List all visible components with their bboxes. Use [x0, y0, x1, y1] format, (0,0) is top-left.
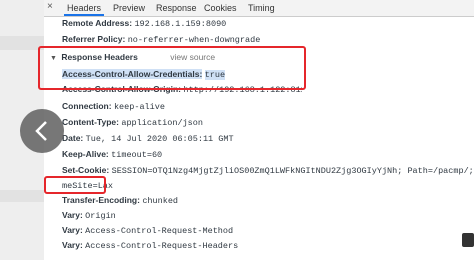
header-value: SESSION=OTQ1Nzg4MjgtZjliOS00ZmQ1LWFkNGIt…: [111, 166, 472, 176]
highlight-box: [44, 176, 106, 194]
header-row: Content-Type: application/json: [62, 117, 203, 128]
tab-preview[interactable]: Preview: [113, 3, 145, 13]
header-value: Tue, 14 Jul 2020 06:05:11 GMT: [85, 134, 234, 144]
prev-button[interactable]: [20, 109, 64, 153]
left-row-shade: [0, 190, 44, 202]
remote-address-row: Remote Address: 192.168.1.159:8090: [62, 18, 226, 29]
header-row: Vary: Access-Control-Request-Method: [62, 225, 233, 236]
header-key: Remote Address:: [62, 18, 133, 28]
header-key: Content-Type:: [62, 117, 119, 127]
corner-icon: [462, 233, 474, 247]
tab-headers[interactable]: Headers: [63, 3, 105, 16]
header-value: Origin: [85, 211, 116, 221]
header-row: Keep-Alive: timeout=60: [62, 149, 162, 160]
header-value: application/json: [121, 118, 203, 128]
tab-bar: × Headers Preview Response Cookies Timin…: [44, 0, 474, 17]
header-key: Referrer Policy:: [62, 34, 126, 44]
referrer-policy-row: Referrer Policy: no-referrer-when-downgr…: [62, 34, 260, 45]
tab-timing[interactable]: Timing: [248, 3, 275, 13]
header-key: Set-Cookie:: [62, 165, 110, 175]
header-row: Set-Cookie: SESSION=OTQ1Nzg4MjgtZjliOS00…: [62, 165, 472, 176]
header-key: Keep-Alive:: [62, 149, 109, 159]
header-value: chunked: [142, 196, 179, 206]
header-key: Vary:: [62, 240, 83, 250]
header-row: Connection: keep-alive: [62, 101, 165, 112]
header-key: Date:: [62, 133, 84, 143]
header-value: 192.168.1.159:8090: [134, 19, 227, 29]
header-key: Transfer-Encoding:: [62, 195, 140, 205]
close-icon[interactable]: ×: [47, 1, 53, 12]
tab-response[interactable]: Response: [156, 3, 197, 13]
highlight-box: [38, 46, 306, 90]
header-key: Vary:: [62, 210, 83, 220]
header-row: Vary: Access-Control-Request-Headers: [62, 240, 238, 251]
header-value: keep-alive: [113, 102, 165, 112]
header-value: Access-Control-Request-Headers: [85, 241, 239, 251]
tab-cookies[interactable]: Cookies: [204, 3, 237, 13]
header-value: timeout=60: [111, 150, 163, 160]
chevron-left-icon: [35, 121, 47, 141]
header-row: Date: Tue, 14 Jul 2020 06:05:11 GMT: [62, 133, 234, 144]
header-key: Vary:: [62, 225, 83, 235]
header-value: no-referrer-when-downgrade: [127, 35, 261, 45]
header-row: Vary: Origin: [62, 210, 116, 221]
header-row: Transfer-Encoding: chunked: [62, 195, 178, 206]
header-value: Access-Control-Request-Method: [85, 226, 234, 236]
header-key: Connection:: [62, 101, 112, 111]
